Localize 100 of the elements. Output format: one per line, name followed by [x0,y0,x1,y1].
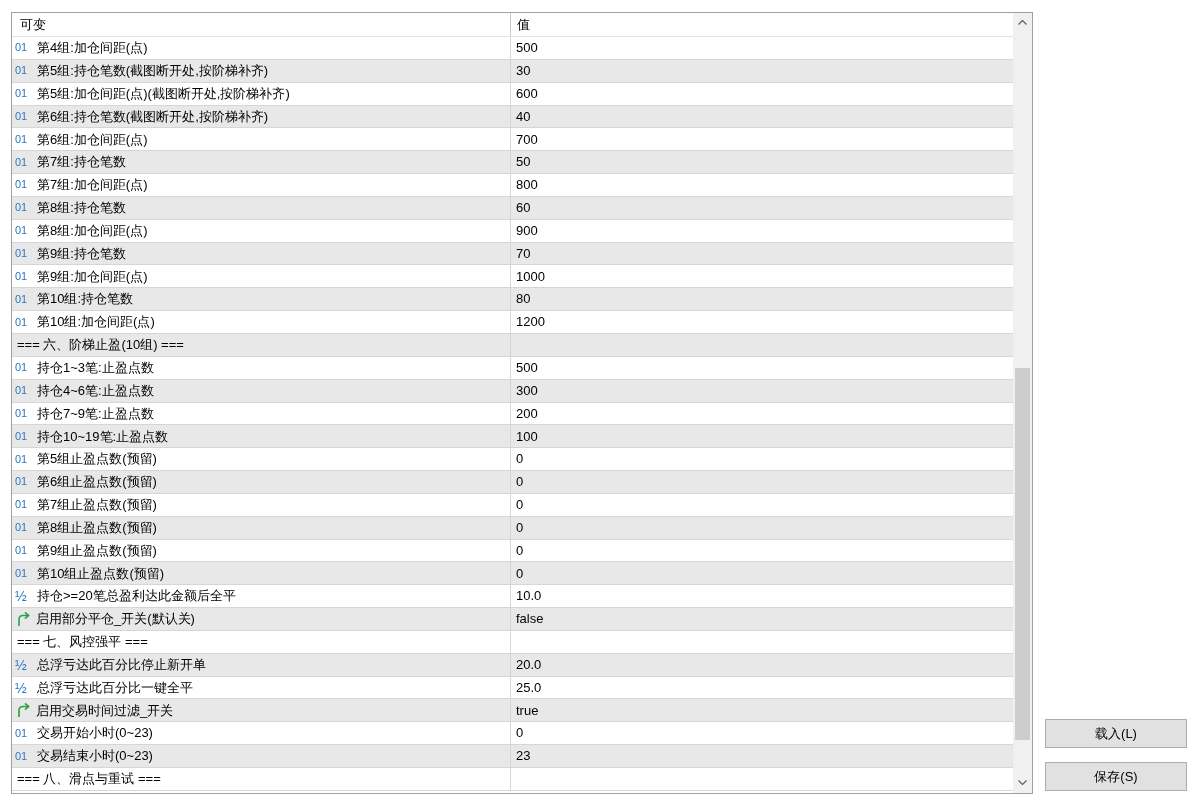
table-row[interactable]: 01 第7组:持仓笔数 50 [12,151,1013,175]
table-row[interactable]: 01 第4组:加仓间距(点) 500 [12,37,1013,60]
parameter-value[interactable]: 200 [516,403,538,424]
table-row[interactable]: ½ 持仓>=20笔总盈利达此金额后全平 10.0 [12,585,1013,609]
integer-type-icon: 01 [15,476,31,488]
table-row[interactable]: 01 第10组止盈点数(预留) 0 [12,562,1013,586]
integer-type-icon: 01 [15,248,31,259]
section-heading: === 六、阶梯止盈(10组) === [16,336,184,355]
parameter-value[interactable]: 0 [516,540,524,561]
integer-type-icon: 01 [15,430,31,442]
integer-type-icon: 01 [15,133,31,145]
table-row[interactable]: 01 第5组:持仓笔数(截图断开处,按阶梯补齐) 30 [12,59,1013,83]
parameter-value[interactable]: 70 [516,243,531,264]
table-row[interactable]: 启用交易时间过滤_开关 true [12,699,1013,723]
parameter-value[interactable]: 500 [516,358,538,378]
table-row[interactable]: 01 交易开始小时(0~23) 0 [12,722,1013,746]
table-row[interactable]: 01 第6组:持仓笔数(截图断开处,按阶梯补齐) 40 [12,105,1013,129]
table-row[interactable]: ½ 总浮亏达此百分比停止新开单 20.0 [12,653,1013,677]
parameter-name: 第10组止盈点数(预留) [37,564,165,583]
table-row[interactable]: === 六、阶梯止盈(10组) === [12,333,1013,357]
parameter-value[interactable]: 0 [516,472,524,492]
integer-type-icon: 01 [15,750,31,762]
parameter-name: 交易结束小时(0~23) [37,747,153,766]
parameter-name: 第6组止盈点数(预留) [37,473,157,492]
integer-type-icon: 01 [15,385,31,397]
column-header[interactable]: 可变 [12,13,511,36]
table-row[interactable]: 01 第8组:持仓笔数 60 [12,196,1013,220]
column-header[interactable]: 值 [511,13,1013,36]
integer-type-icon: 01 [15,156,31,168]
table-row[interactable]: 01 第6组:加仓间距(点) 700 [12,128,1013,152]
table-row[interactable]: 01 第9组:持仓笔数 70 [12,242,1013,266]
parameter-value[interactable]: 0 [516,563,524,584]
chevron-up-icon[interactable] [1018,20,1027,25]
integer-type-icon: 01 [15,293,31,305]
table-row[interactable]: 01 第8组:加仓间距(点) 900 [12,219,1013,243]
parameter-value[interactable]: 40 [516,106,531,127]
integer-type-icon: 01 [15,225,31,237]
parameter-value[interactable]: 900 [516,220,538,241]
parameter-value[interactable]: 1200 [516,312,545,332]
parameter-value[interactable]: 10.0 [516,586,542,606]
parameter-value[interactable]: 60 [516,198,531,218]
integer-type-icon: 01 [15,270,31,282]
parameter-value[interactable]: 500 [516,38,538,58]
parameter-value[interactable]: 80 [516,289,531,309]
integer-type-icon: 01 [15,42,31,54]
parameter-name: 持仓1~3笔:止盈点数 [37,359,154,377]
curved-arrow-icon [16,703,30,718]
scrollbar-thumb[interactable] [1015,368,1030,740]
integer-type-icon: 01 [15,453,31,465]
table-row[interactable]: 启用部分平仓_开关(默认关) false [12,608,1013,631]
integer-type-icon: 01 [15,362,31,374]
parameter-value[interactable]: 700 [516,129,538,150]
table-row[interactable]: 01 持仓1~3笔:止盈点数 500 [12,356,1013,380]
parameter-value[interactable]: 600 [516,83,538,104]
parameter-value[interactable]: false [516,609,544,629]
table-row[interactable]: 01 第10组:持仓笔数 80 [12,288,1013,312]
parameter-value[interactable]: 0 [516,723,524,743]
integer-type-icon: 01 [15,110,31,122]
parameter-value[interactable]: 23 [516,746,531,766]
parameter-name: 持仓7~9笔:止盈点数 [37,404,154,423]
parameter-value[interactable]: 50 [516,152,531,172]
table-row[interactable]: === 八、滑点与重试 === [12,768,1013,791]
integer-type-icon: 01 [15,88,31,100]
table-row[interactable]: 01 交易结束小时(0~23) 23 [12,745,1013,768]
parameter-value[interactable]: 0 [516,517,524,538]
parameter-value[interactable]: 800 [516,175,538,195]
parameter-value[interactable]: 100 [516,426,538,446]
parameter-name: 第9组止盈点数(预留) [37,541,157,560]
dialog-button[interactable]: 载入(L) [1045,719,1187,748]
table-row[interactable]: 01 持仓4~6笔:止盈点数 300 [12,379,1013,403]
integer-type-icon: 01 [15,545,31,556]
parameter-value[interactable]: 20.0 [516,654,542,675]
dialog-button[interactable]: 保存(S) [1045,762,1187,791]
parameter-value[interactable]: 300 [516,380,538,401]
table-row[interactable]: ½ 总浮亏达此百分比一键全平 25.0 [12,676,1013,700]
parameter-value[interactable]: true [516,700,539,721]
table-row[interactable]: 01 第6组止盈点数(预留) 0 [12,471,1013,494]
parameter-value[interactable]: 0 [516,449,524,469]
table-row[interactable]: 01 持仓10~19笔:止盈点数 100 [12,425,1013,449]
integer-type-icon: 01 [15,316,31,328]
chevron-down-icon[interactable] [1018,780,1027,785]
table-row[interactable]: 01 第10组:加仓间距(点) 1200 [12,311,1013,334]
parameter-value[interactable]: 1000 [516,266,545,287]
parameter-value[interactable]: 0 [516,495,524,515]
parameter-name: 第5组止盈点数(预留) [37,450,157,469]
table-row[interactable]: 01 第9组:加仓间距(点) 1000 [12,265,1013,289]
table-row[interactable]: 01 持仓7~9笔:止盈点数 200 [12,402,1013,426]
integer-type-icon: 01 [15,727,31,739]
parameter-name: 第5组:持仓笔数(截图断开处,按阶梯补齐) [37,62,269,80]
table-row[interactable]: === 七、风控强平 === [12,630,1013,654]
integer-type-icon: 01 [15,179,31,191]
integer-type-icon: 01 [15,407,31,419]
table-row[interactable]: 01 第9组止盈点数(预留) 0 [12,539,1013,563]
table-row[interactable]: 01 第7组:加仓间距(点) 800 [12,174,1013,197]
parameter-value[interactable]: 30 [516,61,531,81]
table-row[interactable]: 01 第5组止盈点数(预留) 0 [12,448,1013,472]
table-row[interactable]: 01 第8组止盈点数(预留) 0 [12,516,1013,540]
parameter-value[interactable]: 25.0 [516,677,542,698]
table-row[interactable]: 01 第7组止盈点数(预留) 0 [12,493,1013,517]
table-row[interactable]: 01 第5组:加仓间距(点)(截图断开处,按阶梯补齐) 600 [12,82,1013,106]
